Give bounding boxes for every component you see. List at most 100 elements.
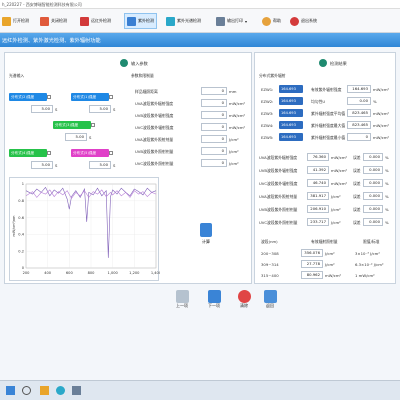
band-unit: J/cm² (325, 262, 335, 267)
exit-button[interactable]: 退出系统 (290, 13, 317, 29)
uv-row-kv[interactable]: 0.000 (363, 166, 383, 174)
band-limit: 1 mW/cm² (355, 273, 375, 278)
uv-row-kv[interactable]: 0.000 (363, 218, 383, 226)
close-detect-button[interactable]: 关闭检测 (40, 13, 67, 29)
band-header-limit: 限值/标准 (363, 239, 380, 244)
dist-uv-label: 分布式紫外辐射 (259, 73, 286, 78)
param-uvc-intensity-unit: mW/cm² (229, 125, 246, 130)
clear-button[interactable]: 清除 (232, 290, 256, 309)
uv-row-value[interactable]: 381.917 (307, 192, 329, 200)
prev-button[interactable]: 上一项 (170, 290, 194, 309)
uv-row-kv[interactable]: 0.000 (363, 192, 383, 200)
tag-checkbox[interactable] (109, 95, 113, 99)
tag-checkbox[interactable] (47, 95, 51, 99)
param-uvb-intensity-label: UVB波段紫外辐射强度 (135, 113, 174, 118)
close-file-icon (40, 16, 49, 26)
ezw-value[interactable]: 164.693 (279, 133, 303, 141)
y-tick-label: 0.8 (18, 199, 24, 203)
uv-row-unit: mW/cm² (331, 181, 348, 186)
param-uvc-dose-field[interactable]: 0 (201, 159, 227, 167)
tag-dist-3[interactable]: 分布式(3)强度 (53, 121, 91, 129)
tag-dist-5-value[interactable]: 5.00 (89, 161, 111, 169)
x-tick-label: 600 (66, 271, 74, 275)
uv-detect-button[interactable]: 紫外检测 (124, 13, 157, 29)
band-limit: 6.3×10⁻² J/cm² (355, 262, 384, 267)
summary-value[interactable]: 164.693 (347, 85, 371, 93)
summary-value[interactable]: 0 (347, 133, 371, 141)
band-header-band: 波段(nm) (261, 239, 278, 244)
tag-dist-2-value[interactable]: 5.00 (31, 105, 53, 113)
band-value[interactable]: 356.076 (301, 249, 323, 257)
browser-icon[interactable] (56, 386, 65, 395)
uv-row-value[interactable]: 233.717 (307, 218, 329, 226)
tag-dist-3-value[interactable]: 5.00 (65, 133, 87, 141)
next-button[interactable]: 下一项 (202, 290, 226, 309)
uv-row-kv[interactable]: 0.000 (363, 153, 383, 161)
tag-dist-1[interactable]: 分布式(1)强度 (71, 93, 109, 101)
uv-row-value[interactable]: 41.392 (307, 166, 329, 174)
param-uvb-dose-field[interactable]: 0 (201, 147, 227, 155)
band-value[interactable]: 80.962 (301, 271, 323, 279)
param-distance-field[interactable]: 0 (201, 87, 227, 95)
calculate-button[interactable]: 计算 (199, 223, 213, 247)
summary-label: 紫外辐射强度最大值 (311, 123, 346, 128)
start-icon[interactable] (6, 386, 15, 395)
tag-checkbox[interactable] (91, 123, 95, 127)
y-tick-label: 1 (22, 182, 24, 186)
param-uvb-intensity-field[interactable]: 0 (201, 111, 227, 119)
summary-value[interactable]: 823.465 (347, 121, 371, 129)
uv-row-k: 误差 (353, 207, 361, 212)
summary-value[interactable]: 0.00 (347, 97, 371, 105)
param-uva-dose-label: UVA波段紫外照射剂量 (135, 137, 174, 142)
uv-row-label: UVA波段紫外辐射强度 (259, 155, 298, 160)
tag-dist-2[interactable]: 分布式(2)强度 (9, 93, 47, 101)
y-tick-label: 0.4 (18, 233, 24, 237)
ezw-value[interactable]: 164.693 (279, 121, 303, 129)
print-output-button[interactable]: 输出打印 ▾ (216, 13, 247, 29)
explorer-icon[interactable] (40, 386, 49, 395)
band-value[interactable]: 27.778 (301, 260, 323, 268)
ezw-value[interactable]: 164.693 (279, 97, 303, 105)
uv-row-unit: J/cm² (331, 220, 341, 225)
next-label: 下一项 (208, 303, 220, 308)
back-button[interactable]: 返回 (258, 290, 282, 309)
tag-checkbox[interactable] (47, 151, 51, 155)
x-tick-label: 200 (23, 271, 31, 275)
help-label: 帮助 (273, 18, 281, 23)
help-button[interactable]: 帮助 (262, 13, 281, 29)
calculator-icon (200, 223, 212, 237)
uv-row-kv[interactable]: 0.000 (363, 179, 383, 187)
open-detect-button[interactable]: 打开检测 (2, 13, 29, 29)
param-uva-intensity-field[interactable]: 0 (201, 99, 227, 107)
ezw-value[interactable]: 164.693 (279, 109, 303, 117)
power-icon (290, 16, 299, 26)
tag-dist-1-value[interactable]: 5.00 (89, 105, 111, 113)
param-uvc-intensity-field[interactable]: 0 (201, 123, 227, 131)
uv-row-ku: % (385, 155, 389, 160)
param-uva-dose-field[interactable]: 0 (201, 135, 227, 143)
uv-row-value[interactable]: 206.910 (307, 205, 329, 213)
uv-row-label: UVC波段紫外照射剂量 (259, 220, 298, 225)
title-bar: h_220227 - 西安博瑞智能检测科技有限公司 (0, 0, 400, 9)
ezw-value[interactable]: 164.693 (279, 85, 303, 93)
uv-spectrum-button[interactable]: 紫外光谱检测 (166, 13, 201, 29)
help-icon (262, 16, 271, 26)
far-infrared-label: 远红外检测 (91, 18, 111, 23)
uv-row-label: UVB波段紫外照射剂量 (259, 207, 298, 212)
app-icon[interactable] (72, 386, 81, 395)
uv-row-value[interactable]: 76.360 (307, 153, 329, 161)
search-icon[interactable] (22, 386, 31, 395)
band-unit: mW/cm² (325, 273, 342, 278)
clear-icon (237, 290, 251, 303)
tag-dist-4[interactable]: 分布式(4)强度 (9, 149, 47, 157)
uv-row-ku: % (385, 181, 389, 186)
far-infrared-button[interactable]: 远红外检测 (80, 13, 111, 29)
uv-row-value[interactable]: 46.740 (307, 179, 329, 187)
summary-value[interactable]: 823.465 (347, 109, 371, 117)
tag-dist-4-value[interactable]: 5.00 (31, 161, 53, 169)
tag-checkbox[interactable] (109, 151, 113, 155)
tag-dist-5[interactable]: 分布式(5)强度 (71, 149, 109, 157)
exit-label: 退出系统 (301, 18, 317, 23)
uv-row-kv[interactable]: 0.000 (363, 205, 383, 213)
calculate-label: 计算 (202, 239, 210, 244)
